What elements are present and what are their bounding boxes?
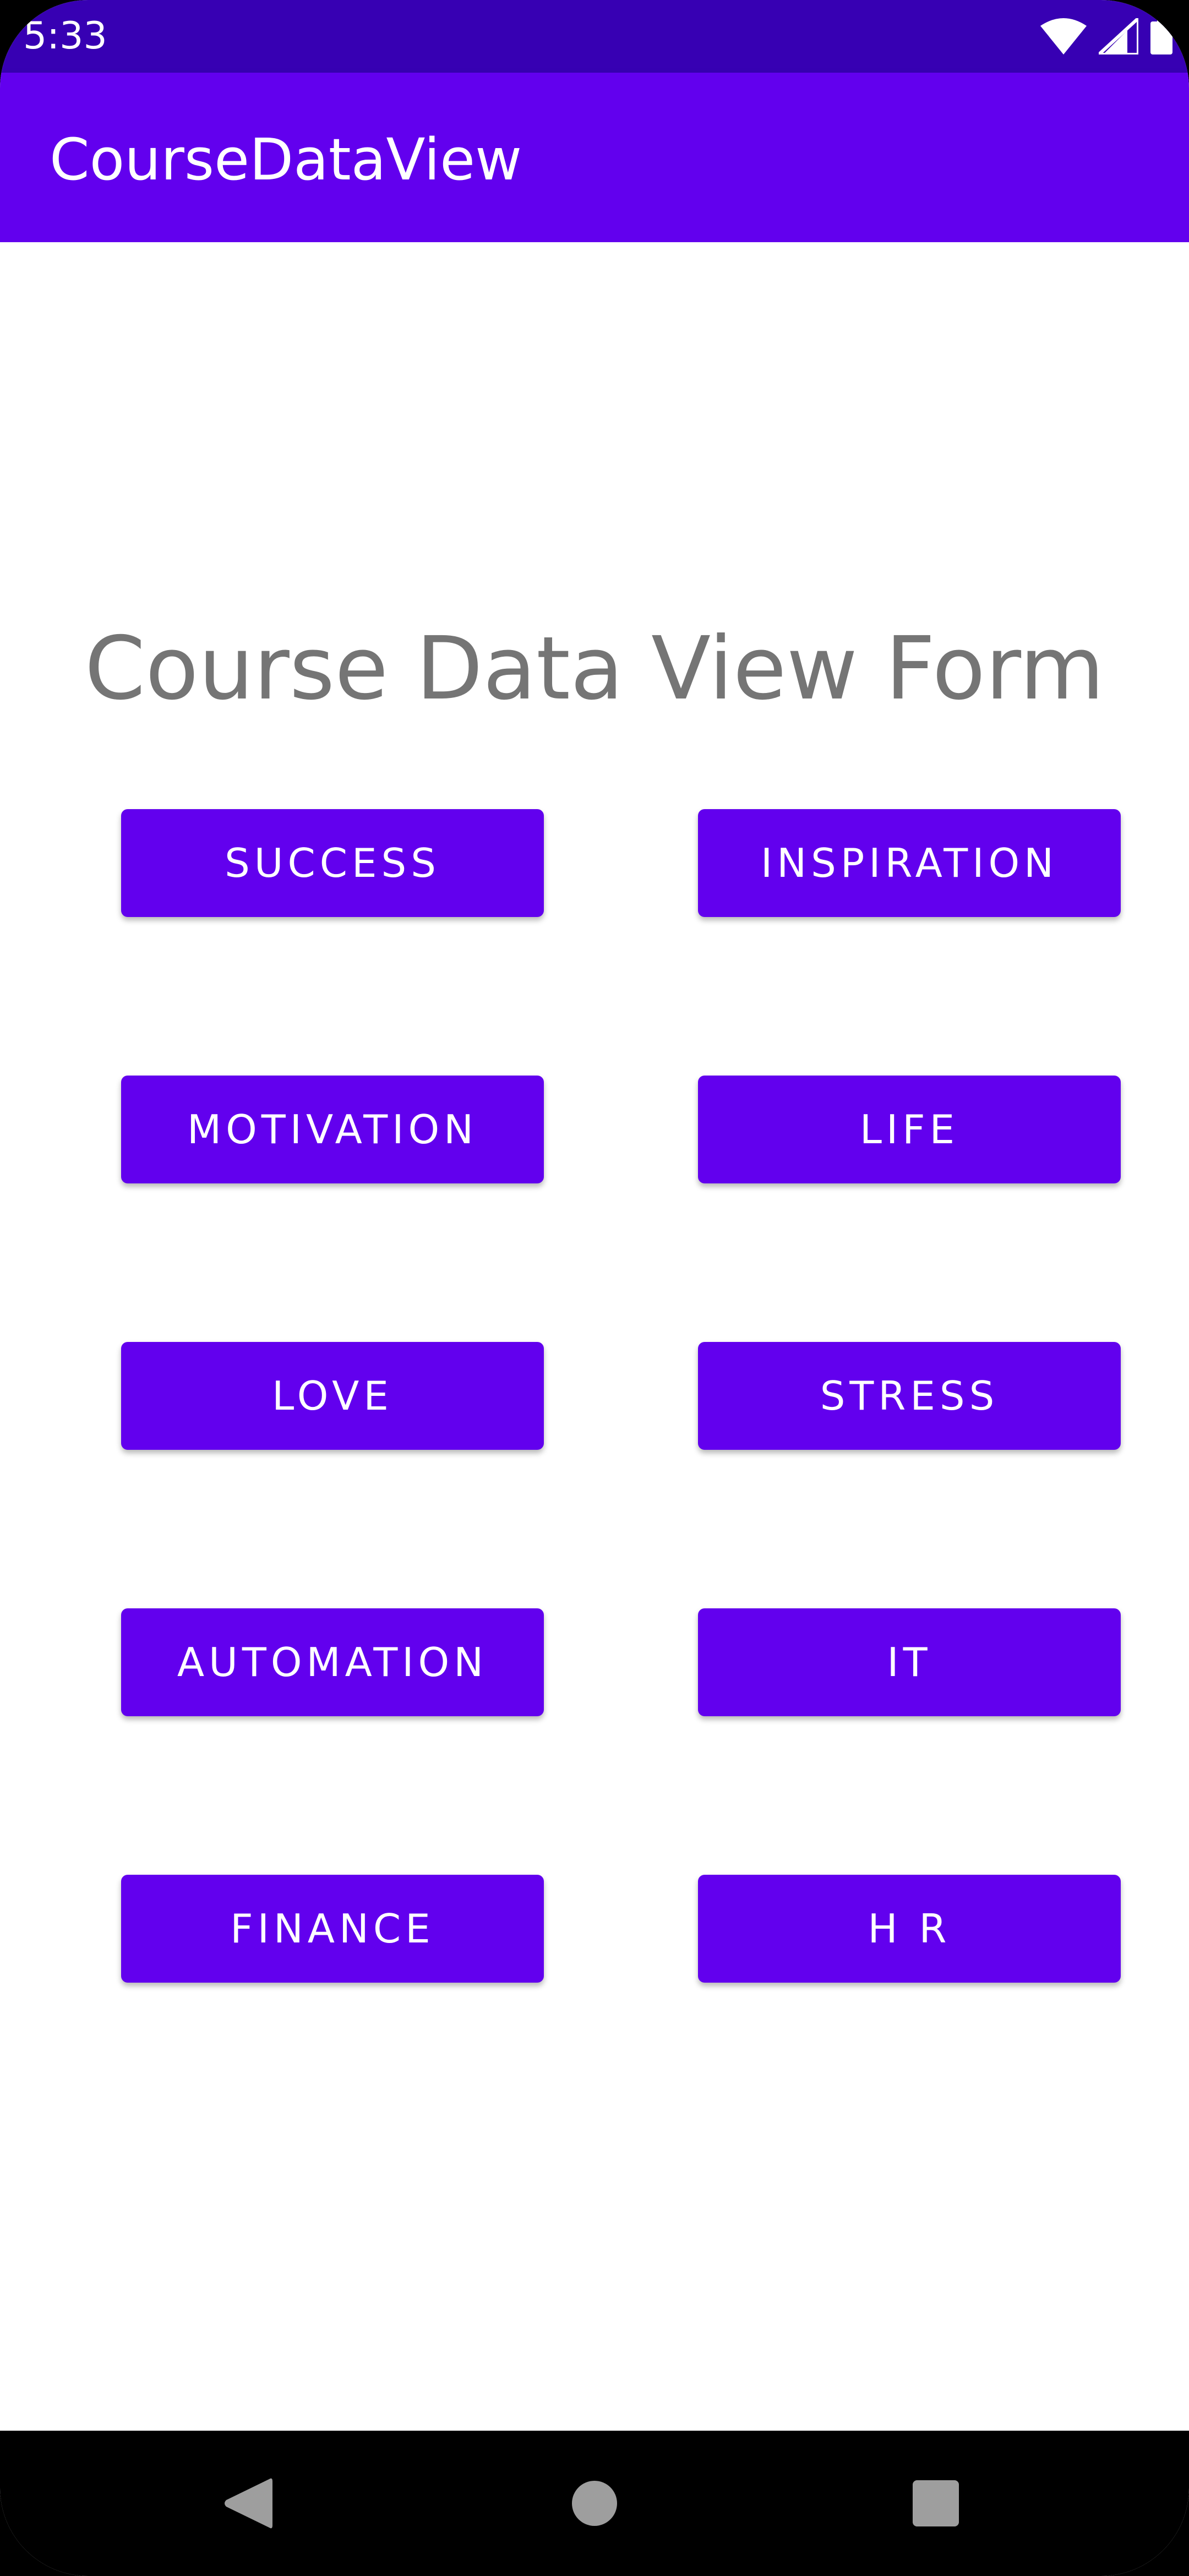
- status-bar: 5:33: [0, 0, 1189, 73]
- automation-button[interactable]: AUTOMATION: [121, 1608, 544, 1716]
- app-bar: CourseDataView: [0, 73, 1189, 242]
- back-icon[interactable]: [215, 2470, 281, 2536]
- inspiration-button[interactable]: INSPIRATION: [698, 809, 1121, 917]
- motivation-button[interactable]: MOTIVATION: [121, 1076, 544, 1183]
- finance-button[interactable]: FINANCE: [121, 1875, 544, 1983]
- signal-icon: [1099, 18, 1138, 54]
- app-title: CourseDataView: [50, 126, 522, 193]
- form-title: Course Data View Form: [84, 618, 1105, 719]
- battery-icon: [1150, 18, 1172, 54]
- stress-button[interactable]: STRESS: [698, 1342, 1121, 1450]
- it-button[interactable]: IT: [698, 1608, 1121, 1716]
- success-button[interactable]: SUCCESS: [121, 809, 544, 917]
- recents-icon[interactable]: [903, 2470, 969, 2536]
- status-time: 5:33: [23, 14, 107, 58]
- wifi-icon: [1040, 18, 1087, 54]
- hr-button[interactable]: H R: [698, 1875, 1121, 1983]
- navigation-bar: [0, 2431, 1189, 2576]
- home-icon[interactable]: [561, 2470, 628, 2536]
- status-icons: [1040, 17, 1172, 56]
- phone-screen: 5:33 CourseDataView Course Data View For…: [0, 0, 1189, 2576]
- love-button[interactable]: LOVE: [121, 1342, 544, 1450]
- content-area: Course Data View Form SUCCESS INSPIRATIO…: [0, 242, 1189, 2431]
- life-button[interactable]: LIFE: [698, 1076, 1121, 1183]
